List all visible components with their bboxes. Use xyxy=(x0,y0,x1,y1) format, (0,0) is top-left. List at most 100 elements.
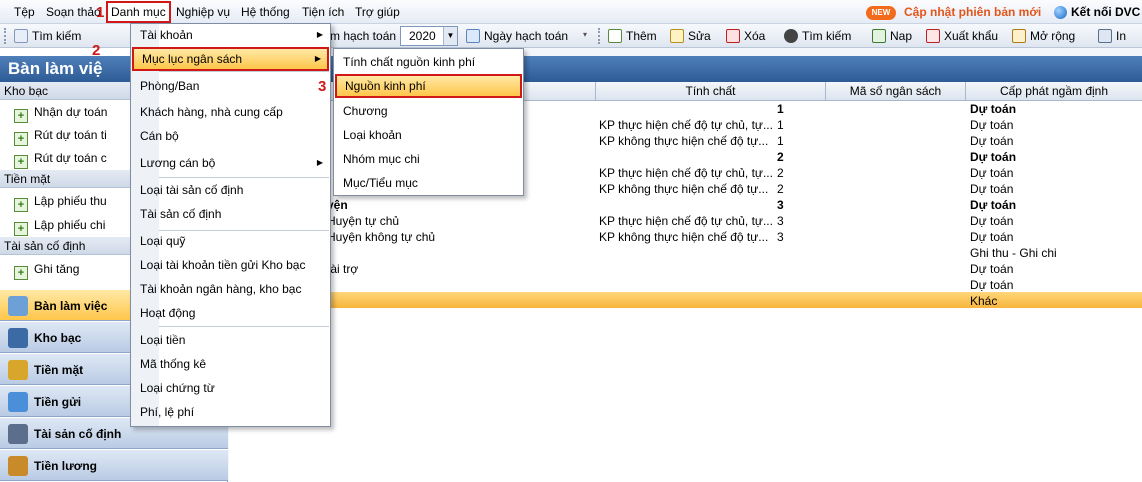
menu-item-6[interactable]: Loại tài sản cố định xyxy=(132,178,329,202)
menu-tep[interactable]: Tệp xyxy=(14,0,35,24)
submenu-item-5[interactable]: Mục/Tiểu mục xyxy=(335,171,522,195)
table-row[interactable]: yện 3 Dự toán xyxy=(229,197,1142,213)
menu-tro-giup[interactable]: Trợ giúp xyxy=(355,0,400,24)
cell-prop: KP không thực hiện chế độ tự... xyxy=(599,134,769,148)
sidebar-item-lap-phieu-thu[interactable]: + Lập phiếu thu xyxy=(14,191,107,212)
submenu-item-2[interactable]: Chương xyxy=(335,99,522,123)
submenu-item-0[interactable]: Tính chất nguồn kinh phí xyxy=(335,50,522,74)
menu-item-13[interactable]: Mã thống kê xyxy=(132,352,329,376)
sidebar-item-rut-du-toan-1[interactable]: + Rút dự toán ti xyxy=(14,125,107,146)
menu-item-3[interactable]: Khách hàng, nhà cung cấp xyxy=(132,100,329,124)
step-3-marker: 3 xyxy=(318,78,327,95)
step-1-marker: 1 xyxy=(96,4,105,21)
cell-alloc: Dự toán xyxy=(970,102,1017,116)
add-doc-icon: + xyxy=(14,198,28,212)
table-row[interactable]: Huyện không tự chủ KP không thực hiện chế… xyxy=(229,229,1142,245)
add-doc-icon: + xyxy=(14,132,28,146)
update-link[interactable]: Cập nhật phiên bản mới xyxy=(904,0,1041,24)
chevron-down-icon[interactable]: ▼ xyxy=(443,27,457,45)
cell-alloc: Khác xyxy=(970,294,998,308)
chevron-right-icon: ▶ xyxy=(316,30,323,39)
menu-item-0[interactable]: Tài khoản ▶ xyxy=(132,23,329,47)
add-doc-icon: + xyxy=(14,266,28,280)
menu-item-label: Loại tài sản cố định xyxy=(140,183,244,197)
menu-item-label: Tài khoản ngân hàng, kho bạc xyxy=(140,282,302,296)
menu-item-label: Mục lục ngân sách xyxy=(142,52,243,66)
add-doc-icon: + xyxy=(14,155,28,169)
delete-button[interactable]: Xóa xyxy=(726,27,765,45)
menu-danh-muc[interactable]: Danh mục xyxy=(106,1,171,23)
cell-prop: KP không thực hiện chế độ tự... xyxy=(599,182,769,196)
submenu-item-3[interactable]: Loại khoản xyxy=(335,123,522,147)
find-button[interactable]: Tìm kiếm xyxy=(784,27,851,45)
cell-alloc: Dự toán xyxy=(970,214,1014,228)
menu-item-label: Phí, lệ phí xyxy=(140,405,195,419)
sidebar-item-nhan-du-toan[interactable]: + Nhận dự toán xyxy=(14,102,107,123)
export-button[interactable]: Xuất khẩu xyxy=(926,27,998,45)
menu-soan-thao[interactable]: Soạn thảo xyxy=(46,0,101,24)
submenu-item-label: Nguồn kinh phí xyxy=(345,79,426,93)
table-row[interactable]: Khác xyxy=(229,293,1142,309)
menu-he-thong[interactable]: Hệ thống xyxy=(241,0,290,24)
connect-dvc-link[interactable]: Kết nối DVC xyxy=(1071,0,1140,24)
column-header-cap-phat[interactable]: Cấp phát ngầm định xyxy=(965,82,1142,101)
cell-alloc: Dự toán xyxy=(970,166,1014,180)
menu-item-11[interactable]: Hoạt động xyxy=(132,301,329,325)
expand-icon xyxy=(1012,29,1026,43)
edit-button[interactable]: Sửa xyxy=(670,27,711,45)
calendar-icon xyxy=(466,29,480,43)
menu-item-label: Loại chứng từ xyxy=(140,381,215,395)
menu-item-10[interactable]: Tài khoản ngân hàng, kho bạc xyxy=(132,277,329,301)
table-row[interactable]: tài trợ Dự toán xyxy=(229,261,1142,277)
cell-code: 1 xyxy=(777,102,784,116)
expand-button[interactable]: Mở rộng xyxy=(1012,27,1075,45)
date-button[interactable]: Ngày hạch toán xyxy=(466,27,568,45)
menu-item-8[interactable]: Loại quỹ xyxy=(132,229,329,253)
sidebar-item-ghi-tang[interactable]: + Ghi tăng xyxy=(14,259,79,280)
table-row[interactable]: Ghi thu - Ghi chi xyxy=(229,245,1142,261)
cell-code: 2 xyxy=(777,166,784,180)
cell-alloc: Dự toán xyxy=(970,182,1014,196)
add-button[interactable]: Thêm xyxy=(608,27,657,45)
menu-item-15[interactable]: Phí, lệ phí xyxy=(132,400,329,424)
sidebar-item-rut-du-toan-2[interactable]: + Rút dự toán c xyxy=(14,148,107,169)
cell-name: tài trợ xyxy=(327,262,359,276)
sidebar-search-button[interactable]: Tìm kiếm xyxy=(14,27,81,45)
year-select[interactable]: 2020 ▼ xyxy=(400,26,458,46)
overflow-icon[interactable]: ▾ xyxy=(583,30,591,44)
submenu-item-label: Nhóm mục chi xyxy=(343,152,420,166)
table-row[interactable]: Huyện tự chủ KP thực hiện chế độ tự chủ, … xyxy=(229,213,1142,229)
menu-item-label: Lương cán bộ xyxy=(140,156,216,170)
menu-item-2[interactable]: Phòng/Ban xyxy=(132,74,329,98)
cell-code: 1 xyxy=(777,134,784,148)
menu-item-4[interactable]: Cán bộ xyxy=(132,124,329,148)
asset-icon xyxy=(8,424,28,444)
menu-bar: Tệp Soạn thảo Danh mục Nghiệp vụ Hệ thốn… xyxy=(0,0,1142,24)
menu-item-9[interactable]: Loại tài khoản tiền gửi Kho bạc xyxy=(132,253,329,277)
menu-item-muc-luc-ngan-sach[interactable]: Mục lục ngân sách ▶ xyxy=(132,47,329,71)
menu-nghiep-vu[interactable]: Nghiệp vụ xyxy=(176,0,230,24)
menu-item-7[interactable]: Tài sản cố định xyxy=(132,202,329,226)
grip-icon xyxy=(4,28,7,44)
cell-alloc: Dự toán xyxy=(970,134,1014,148)
load-button[interactable]: Nap xyxy=(872,27,912,45)
print-button[interactable]: In xyxy=(1098,27,1126,45)
menu-item-14[interactable]: Loại chứng từ xyxy=(132,376,329,400)
menu-item-12[interactable]: Loại tiền xyxy=(132,328,329,352)
cell-code: 3 xyxy=(777,214,784,228)
menu-item-5[interactable]: Lương cán bộ ▶ xyxy=(132,151,329,175)
table-row[interactable]: Dự toán xyxy=(229,277,1142,293)
sidebar-item-lap-phieu-chi[interactable]: + Lập phiếu chi xyxy=(14,215,105,236)
cell-code: 2 xyxy=(777,182,784,196)
column-header-ma-so[interactable]: Mã số ngân sách xyxy=(825,82,965,101)
globe-icon xyxy=(1054,6,1067,19)
menu-tien-ich[interactable]: Tiện ích xyxy=(302,0,344,24)
menu-item-label: Phòng/Ban xyxy=(140,79,200,93)
column-header-tinh-chat[interactable]: Tính chất xyxy=(595,82,825,101)
menu-item-label: Tài khoản xyxy=(140,28,193,42)
nav-tien-luong[interactable]: Tiền lương xyxy=(0,449,228,481)
submenu-item-label: Tính chất nguồn kinh phí xyxy=(343,55,476,69)
cell-code: 1 xyxy=(777,118,784,132)
submenu-item-4[interactable]: Nhóm mục chi xyxy=(335,147,522,171)
submenu-item-nguon-kinh-phi[interactable]: Nguồn kinh phí xyxy=(335,74,522,98)
